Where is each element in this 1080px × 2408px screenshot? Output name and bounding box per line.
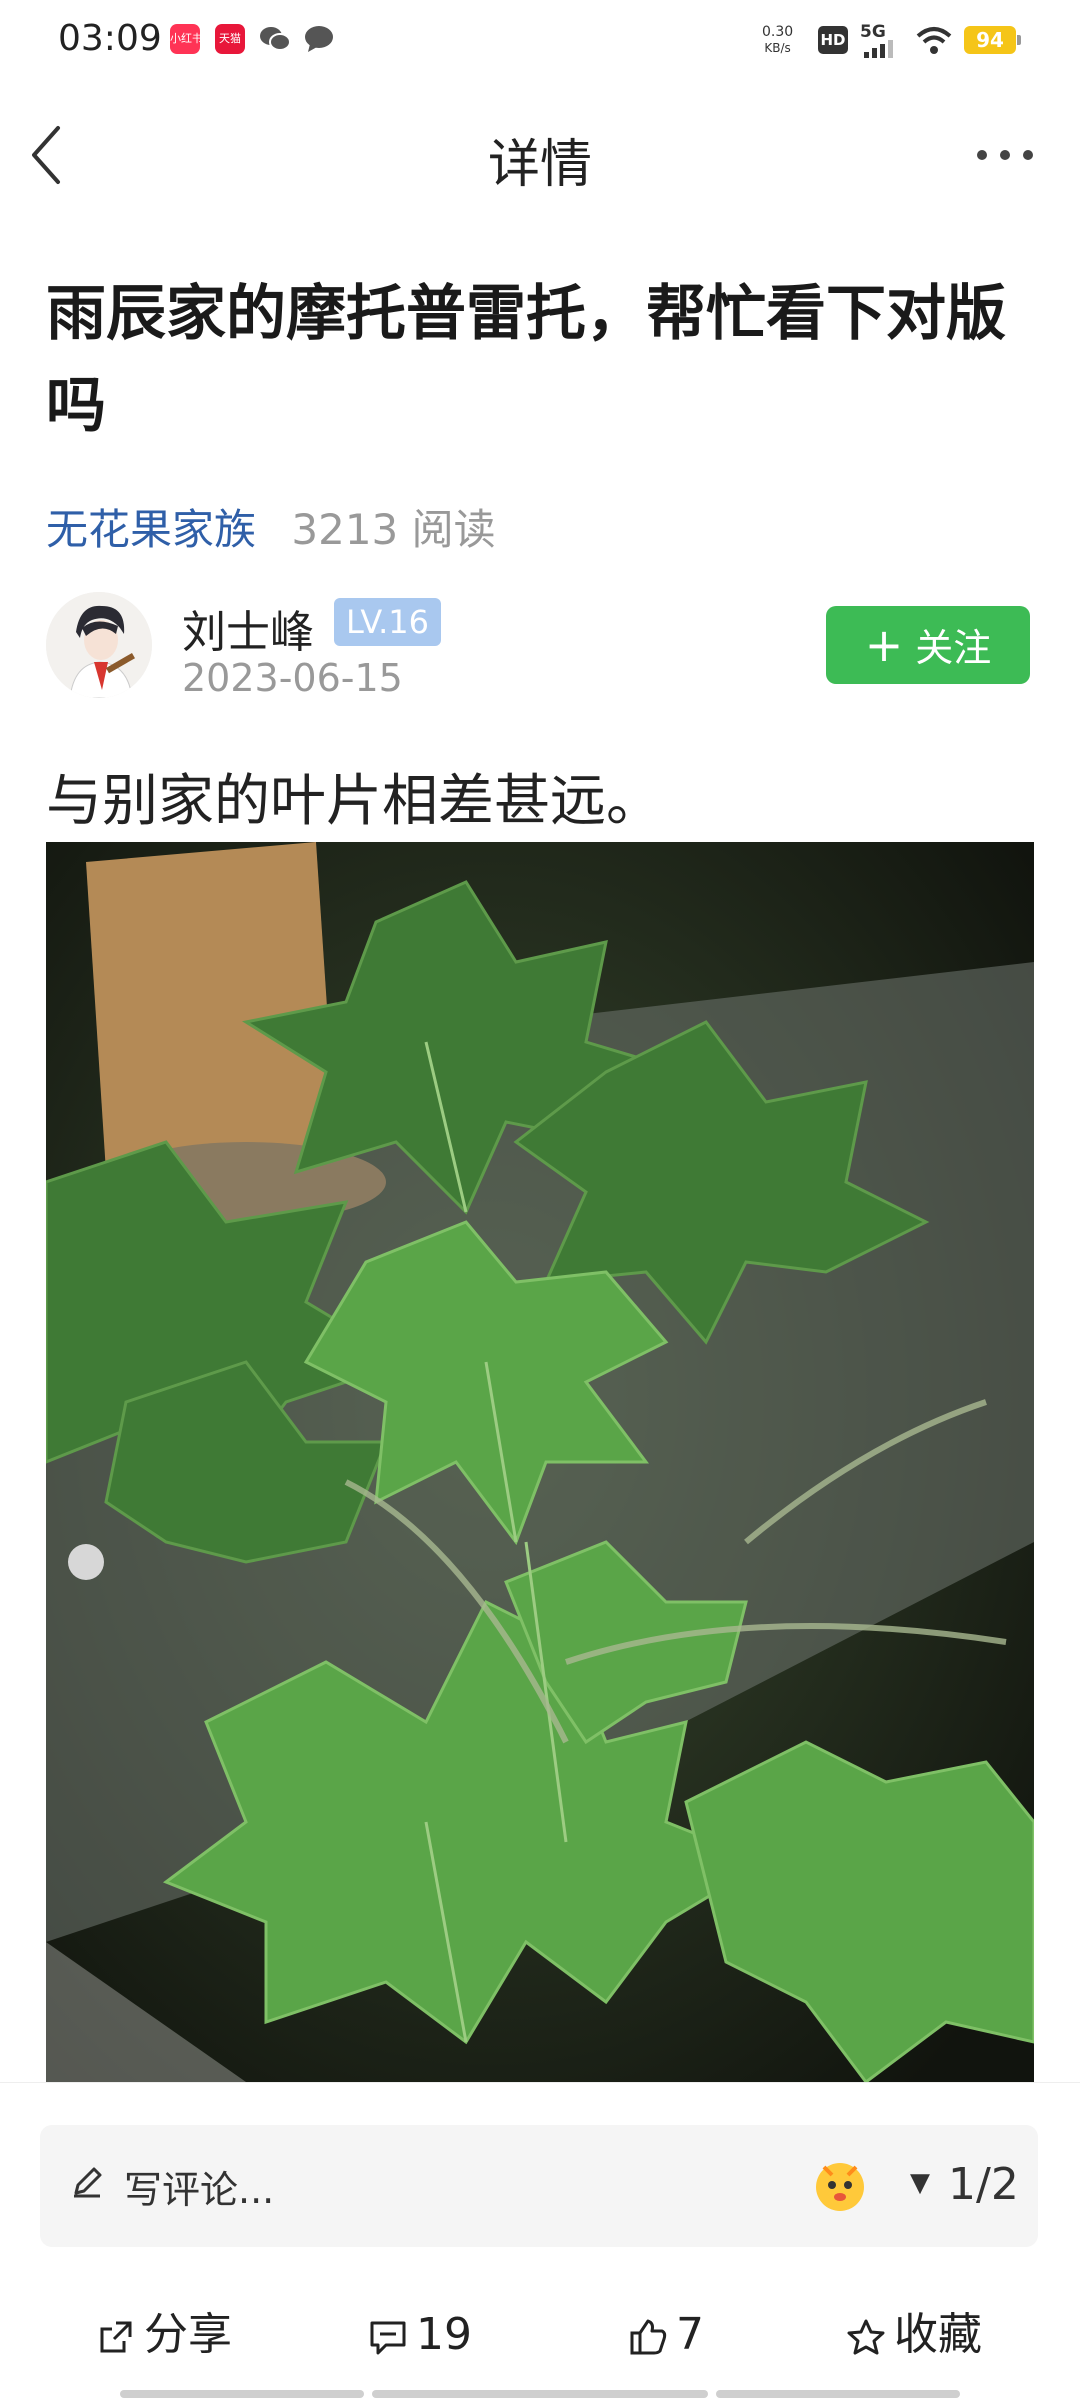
scroll-indicator-segment: [372, 2390, 708, 2398]
comment-button[interactable]: 19: [368, 2295, 472, 2375]
status-time: 03:09: [58, 18, 162, 59]
top-nav-bar: 详情: [0, 90, 1080, 220]
bottom-bar: 写评论... ▼ 1/2 分享 19 7 收藏: [0, 2082, 1080, 2408]
post-date: 2023-06-15: [182, 656, 403, 700]
share-icon: [100, 2321, 132, 2353]
signal-icon: [864, 40, 893, 58]
favorite-button[interactable]: 收藏: [846, 2295, 982, 2375]
network-speed: 0.30 KB/s: [762, 24, 794, 55]
comment-placeholder: 写评论...: [124, 2168, 275, 2212]
more-options-icon[interactable]: [970, 130, 1040, 180]
author-row: 刘士峰 LV.16 2023-06-15 + 关注: [46, 592, 1036, 702]
comment-icon: [370, 2321, 406, 2355]
post-body-text: 与别家的叶片相差甚远。: [46, 769, 662, 834]
scroll-indicator-segment: [120, 2390, 364, 2398]
xiaohongshu-app-icon: 小红书: [170, 24, 200, 54]
pen-icon: [74, 2167, 102, 2198]
network-type: 5G: [860, 22, 886, 42]
dropdown-triangle-icon: ▼: [910, 2168, 930, 2198]
page-title: 详情: [487, 135, 592, 195]
level-badge: LV.16: [334, 598, 441, 646]
hd-badge: HD: [818, 26, 848, 54]
page-indicator[interactable]: ▼ 1/2: [910, 2159, 1019, 2210]
tmall-app-icon: 天猫: [215, 24, 245, 54]
circle-link[interactable]: 无花果家族: [46, 505, 256, 554]
thumbs-up-icon: [630, 2319, 667, 2355]
author-name[interactable]: 刘士峰: [182, 596, 314, 660]
comment-input[interactable]: 写评论... ▼ 1/2: [40, 2125, 1038, 2247]
like-button[interactable]: 7: [628, 2295, 704, 2375]
follow-button[interactable]: + 关注: [826, 606, 1030, 684]
scroll-indicator-segment: [716, 2390, 960, 2398]
action-bar: 分享 19 7 收藏: [0, 2295, 1080, 2375]
post-title: 雨辰家的摩托普雷托，帮忙看下对版吗: [46, 279, 1006, 441]
avatar[interactable]: [46, 592, 152, 698]
star-icon: [847, 2319, 885, 2355]
view-count: 3213 阅读: [291, 505, 496, 554]
post-meta: 无花果家族 3213 阅读: [46, 496, 496, 557]
wechat-icon: [260, 27, 291, 51]
status-bar: 03:09 小红书 天猫 0.30 KB/s HD 5G 94: [0, 0, 1080, 84]
emoji-icon[interactable]: [810, 2155, 870, 2215]
share-button[interactable]: 分享: [96, 2295, 232, 2375]
message-icon: [305, 26, 333, 52]
plus-icon: +: [864, 618, 904, 672]
post-image[interactable]: [46, 842, 1034, 2082]
battery-indicator: 94: [964, 26, 1021, 54]
wifi-icon: [916, 27, 952, 54]
